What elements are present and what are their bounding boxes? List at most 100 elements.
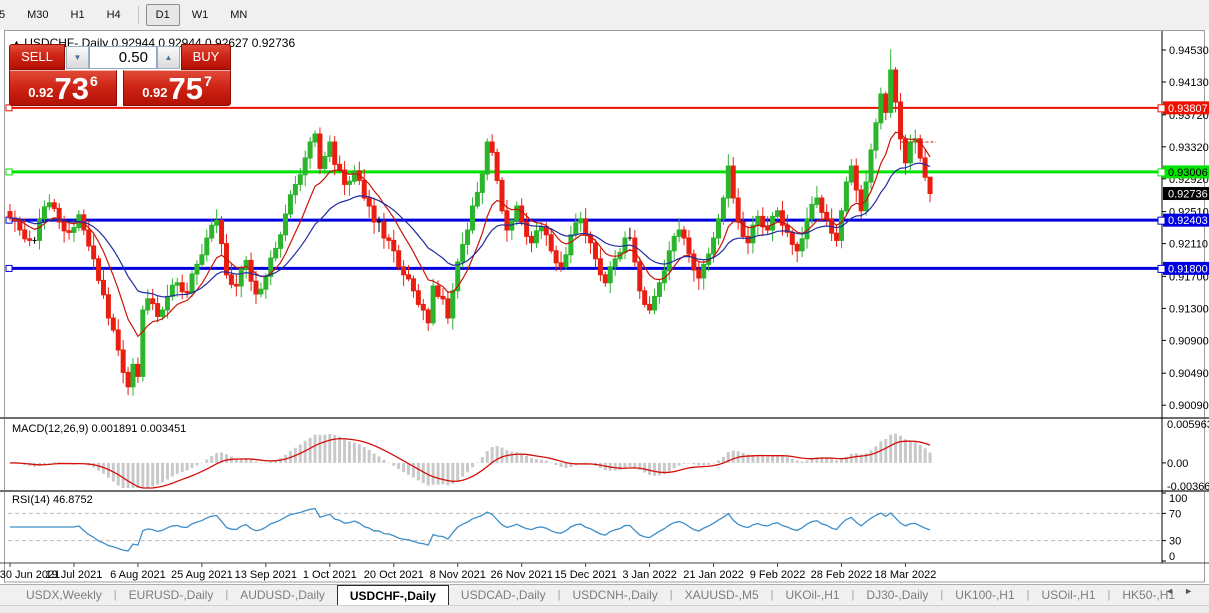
macd-histogram-bar <box>919 445 922 463</box>
date-label: 6 Aug 2021 <box>110 569 166 581</box>
candle-body <box>441 296 445 298</box>
tab-item-eurusd[interactable]: EURUSD-,Daily <box>117 585 226 605</box>
candle-body <box>653 296 657 310</box>
candle-body <box>220 220 224 243</box>
macd-histogram-bar <box>742 453 745 463</box>
sell-price-display[interactable]: 0.92 73 6 <box>9 70 117 106</box>
candle-body <box>161 310 165 316</box>
candle-body <box>411 279 415 291</box>
tab-item-usoil[interactable]: USOil-,H1 <box>1030 585 1108 605</box>
date-label: 28 Feb 2022 <box>811 569 873 581</box>
timeframe-button-h4[interactable]: H4 <box>97 4 131 26</box>
candle-body <box>210 225 214 238</box>
candle-body <box>239 269 243 286</box>
candle-body <box>889 70 893 112</box>
candle-body <box>200 255 204 265</box>
macd-histogram-bar <box>432 463 435 485</box>
macd-histogram-bar <box>373 454 376 463</box>
candle-body <box>421 304 425 310</box>
candle-body <box>505 211 509 230</box>
tab-scroll-right-icon[interactable]: ► <box>1184 586 1203 596</box>
price-tick-label: 0.90490 <box>1169 368 1209 380</box>
candle-body <box>712 238 716 254</box>
macd-histogram-bar <box>456 463 459 481</box>
hline-handle[interactable] <box>6 169 12 175</box>
volume-decrease-button[interactable]: ▼ <box>66 46 89 69</box>
tab-item-uk100[interactable]: UK100-,H1 <box>943 585 1026 605</box>
rsi-label: RSI(14) 46.8752 <box>12 494 93 506</box>
tab-item-xauusd[interactable]: XAUUSD-,M5 <box>673 585 771 605</box>
tab-item-usdcnh[interactable]: USDCNH-,Daily <box>560 585 669 605</box>
macd-histogram-bar <box>879 441 882 462</box>
macd-histogram-bar <box>318 435 321 463</box>
macd-histogram-bar <box>412 463 415 478</box>
candle-body <box>111 318 115 330</box>
macd-histogram-bar <box>810 459 813 463</box>
candle-body <box>534 231 538 243</box>
macd-histogram-bar <box>53 462 56 463</box>
candle-body <box>667 251 671 271</box>
candle-body <box>515 206 519 220</box>
macd-histogram-bar <box>732 451 735 463</box>
candle-body <box>633 238 637 262</box>
macd-histogram-bar <box>761 455 764 463</box>
macd-histogram-bar <box>58 462 61 463</box>
candle-body <box>677 230 681 236</box>
candle-body <box>825 212 829 218</box>
sell-button[interactable]: SELL <box>9 44 65 70</box>
chevron-down-icon: ▼ <box>74 53 82 62</box>
price-tick-label: 0.92110 <box>1169 239 1208 251</box>
volume-increase-button[interactable]: ▲ <box>157 46 180 69</box>
candle-body <box>229 275 233 285</box>
macd-histogram-bar <box>348 441 351 463</box>
date-label: 1 Oct 2021 <box>303 569 357 581</box>
candle-body <box>894 70 898 102</box>
macd-histogram-bar <box>874 446 877 463</box>
one-click-trade-panel: SELL ▼ 0.50 ▲ BUY 0.92 73 6 0.92 75 7 <box>9 44 231 106</box>
chart-canvas[interactable]: 0.945300.941300.937200.933200.929200.925… <box>0 30 1209 583</box>
tab-item-usdcad[interactable]: USDCAD-,Daily <box>449 585 558 605</box>
tab-item-dj30[interactable]: DJ30-,Daily <box>854 585 940 605</box>
date-label: 20 Oct 2021 <box>364 569 424 581</box>
buy-button[interactable]: BUY <box>181 44 231 70</box>
timeframe-button-d1[interactable]: D1 <box>146 4 180 26</box>
tab-scroll-left-icon[interactable]: ◄ <box>1165 586 1184 596</box>
macd-histogram-bar <box>530 458 533 463</box>
candle-body <box>97 259 101 281</box>
macd-histogram-bar <box>397 463 400 469</box>
timeframe-button-m30[interactable]: M30 <box>17 4 58 26</box>
candle-body <box>859 190 863 211</box>
timeframe-button-h1[interactable]: H1 <box>61 4 95 26</box>
macd-histogram-bar <box>835 460 838 463</box>
volume-input[interactable]: 0.50 <box>89 46 157 69</box>
candle-body <box>820 198 824 212</box>
candle-body <box>928 177 932 193</box>
timeframe-button-mn[interactable]: MN <box>220 4 257 26</box>
tab-item-audusd[interactable]: AUDUSD-,Daily <box>228 585 337 605</box>
timeframe-button-w1[interactable]: W1 <box>182 4 219 26</box>
timeframe-button-5[interactable]: 5 <box>0 4 15 26</box>
macd-histogram-bar <box>250 460 253 463</box>
trading-app: 5M30H1H4 D1W1MN 0.945300.941300.937200.93… <box>0 0 1209 613</box>
candle-body <box>559 263 563 267</box>
buy-price-display[interactable]: 0.92 75 7 <box>123 70 231 106</box>
date-label: 26 Nov 2021 <box>490 569 552 581</box>
price-tag-label: 0.92736 <box>1168 189 1208 201</box>
candle-body <box>121 350 125 372</box>
candle-body <box>52 203 56 209</box>
macd-histogram-bar <box>683 463 686 464</box>
macd-histogram-bar <box>658 463 661 475</box>
candle-body <box>810 204 814 218</box>
macd-histogram-bar <box>791 459 794 463</box>
candle-body <box>466 230 470 244</box>
tab-item-ukoil[interactable]: UKOil-,H1 <box>774 585 852 605</box>
macd-histogram-bar <box>766 456 769 463</box>
candle-body <box>613 259 617 267</box>
macd-histogram-bar <box>141 463 144 488</box>
hline-handle[interactable] <box>6 265 12 271</box>
tab-item-usdchf[interactable]: USDCHF-,Daily <box>337 585 449 605</box>
macd-histogram-bar <box>501 447 504 462</box>
macd-histogram-bar <box>510 452 513 463</box>
tab-item-usdx[interactable]: USDX,Weekly <box>14 585 114 605</box>
candle-body <box>274 248 278 258</box>
